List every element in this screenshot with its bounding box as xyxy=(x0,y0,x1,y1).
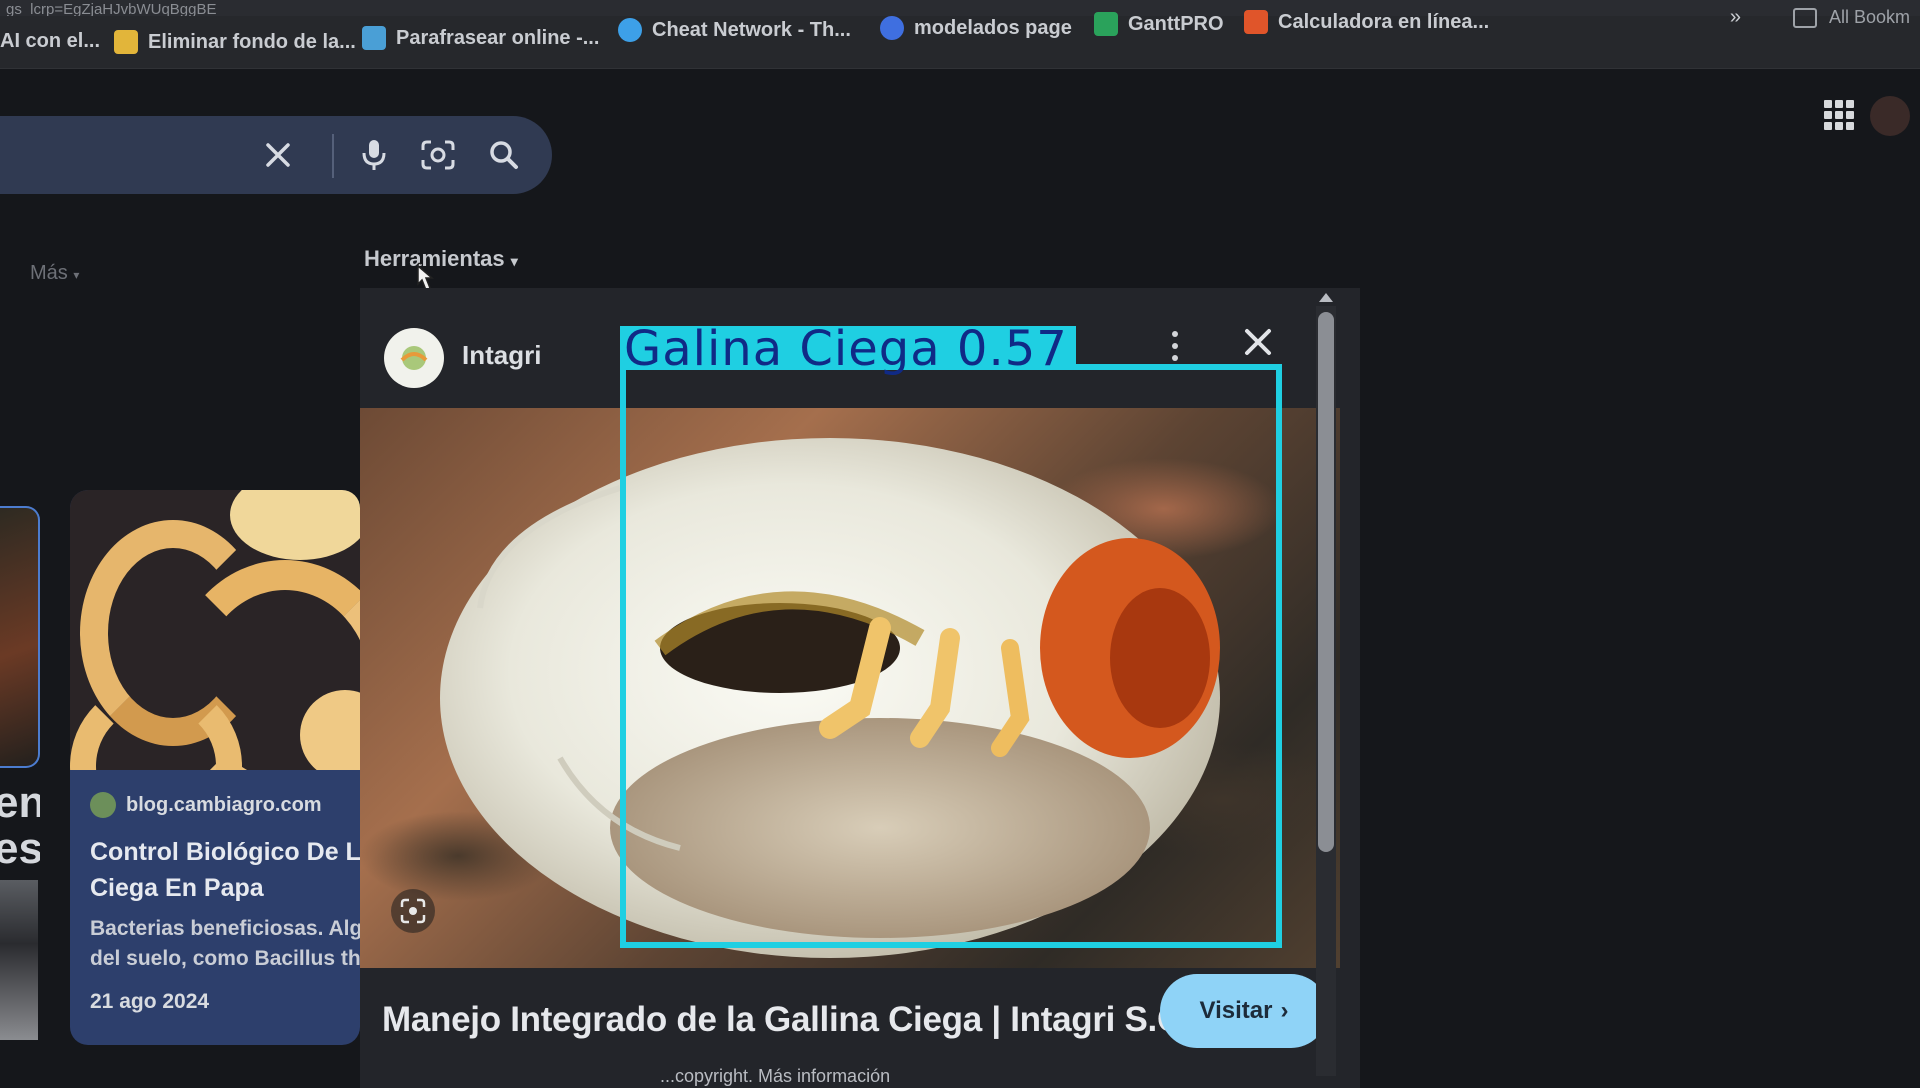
visit-button-label: Visitar xyxy=(1199,997,1273,1024)
bookmark-label: Calculadora en línea... xyxy=(1278,10,1490,33)
result-date: 21 ago 2024 xyxy=(90,990,210,1013)
chevron-double-right-icon[interactable]: » xyxy=(1730,6,1741,29)
bookmark-favicon-icon xyxy=(362,26,386,50)
tools-button[interactable]: Herramientas ▾ xyxy=(364,246,518,272)
avatar[interactable] xyxy=(1870,96,1910,136)
mic-icon[interactable] xyxy=(346,116,402,194)
chevron-down-icon: ▾ xyxy=(73,268,80,282)
result-card[interactable]: blog.cambiagro.com Control Biológico De … xyxy=(70,490,360,1045)
result-title-fragment: en es xyxy=(0,780,40,872)
search-bar-divider xyxy=(332,134,334,178)
scroll-up-arrow-icon[interactable] xyxy=(1316,290,1336,304)
detection-label: Galina Ciega 0.57 xyxy=(620,325,1076,373)
result-title[interactable]: Control Biológico De La G Ciega En Papa xyxy=(90,834,360,906)
camera-lens-icon[interactable] xyxy=(410,116,466,194)
detection-bounding-box xyxy=(620,364,1282,948)
folder-icon xyxy=(1792,7,1817,28)
search-icon[interactable] xyxy=(476,116,532,194)
preview-source-name[interactable]: Intagri xyxy=(462,340,541,371)
all-bookmarks-button[interactable]: » All Bookm xyxy=(1730,6,1910,29)
bookmark-item[interactable]: AI con el... xyxy=(0,30,100,53)
bookmarks-bar: AI con el... Eliminar fondo de la... Par… xyxy=(0,6,1920,69)
close-icon[interactable] xyxy=(1230,314,1286,370)
all-bookmarks-label: All Bookm xyxy=(1828,7,1910,27)
bookmark-label: Parafrasear online -... xyxy=(396,26,600,49)
result-title-line: Ciega En Papa xyxy=(90,874,264,902)
chevron-down-icon: ▾ xyxy=(510,253,518,269)
camera-lens-icon[interactable] xyxy=(390,888,436,934)
more-filters-label: Más xyxy=(30,262,68,284)
site-favicon-icon xyxy=(90,792,116,818)
result-snippet: Bacterias beneficiosas. Algun del suelo,… xyxy=(90,914,360,974)
bookmark-label: Eliminar fondo de la... xyxy=(148,30,356,53)
bookmark-item[interactable]: modelados page xyxy=(880,16,1072,40)
search-bar[interactable] xyxy=(0,116,552,194)
result-snippet-line: Bacterias beneficiosas. Algun xyxy=(90,917,360,940)
bookmark-label: Cheat Network - Th... xyxy=(652,18,851,41)
bookmark-item[interactable]: Parafrasear online -... xyxy=(362,26,599,50)
apps-grid-icon[interactable] xyxy=(1824,100,1854,130)
result-title-line: Control Biológico De La G xyxy=(90,838,360,866)
scrollbar-thumb[interactable] xyxy=(1318,312,1334,852)
bookmark-favicon-icon xyxy=(1094,12,1118,36)
bookmark-item[interactable]: Calculadora en línea... xyxy=(1244,10,1489,34)
bookmark-favicon-icon xyxy=(114,30,138,54)
bookmark-item[interactable]: Cheat Network - Th... xyxy=(618,18,851,42)
result-source: blog.cambiagro.com xyxy=(90,792,322,818)
bookmark-favicon-icon xyxy=(1244,10,1268,34)
detection-confidence: 0.57 xyxy=(956,321,1068,377)
result-thumbnail[interactable] xyxy=(70,490,360,770)
site-favicon-icon xyxy=(384,328,444,388)
bookmark-label: modelados page xyxy=(914,16,1072,39)
visit-button[interactable]: Visitar › xyxy=(1160,974,1328,1048)
bookmark-label: AI con el... xyxy=(0,30,101,52)
detection-class: Galina Ciega xyxy=(624,321,941,377)
bookmark-item[interactable]: Eliminar fondo de la... xyxy=(114,30,356,54)
preview-copyright-note: ...copyright. Más información xyxy=(660,1066,891,1086)
bookmark-label: GanttPRO xyxy=(1128,12,1224,35)
result-snippet-line: del suelo, como Bacillus thur xyxy=(90,947,360,970)
more-filters-button[interactable]: Más ▾ xyxy=(30,262,79,285)
preview-title[interactable]: Manejo Integrado de la Gallina Ciega | I… xyxy=(382,1000,1192,1040)
bookmark-item[interactable]: GanttPRO xyxy=(1094,12,1224,36)
result-thumbnail[interactable] xyxy=(0,506,40,768)
bookmark-favicon-icon xyxy=(618,18,642,42)
bookmark-favicon-icon xyxy=(880,16,904,40)
chevron-right-icon: › xyxy=(1280,997,1289,1024)
result-thumbnail[interactable] xyxy=(0,880,38,1040)
close-icon[interactable] xyxy=(250,116,306,194)
result-source-label: blog.cambiagro.com xyxy=(126,793,322,816)
